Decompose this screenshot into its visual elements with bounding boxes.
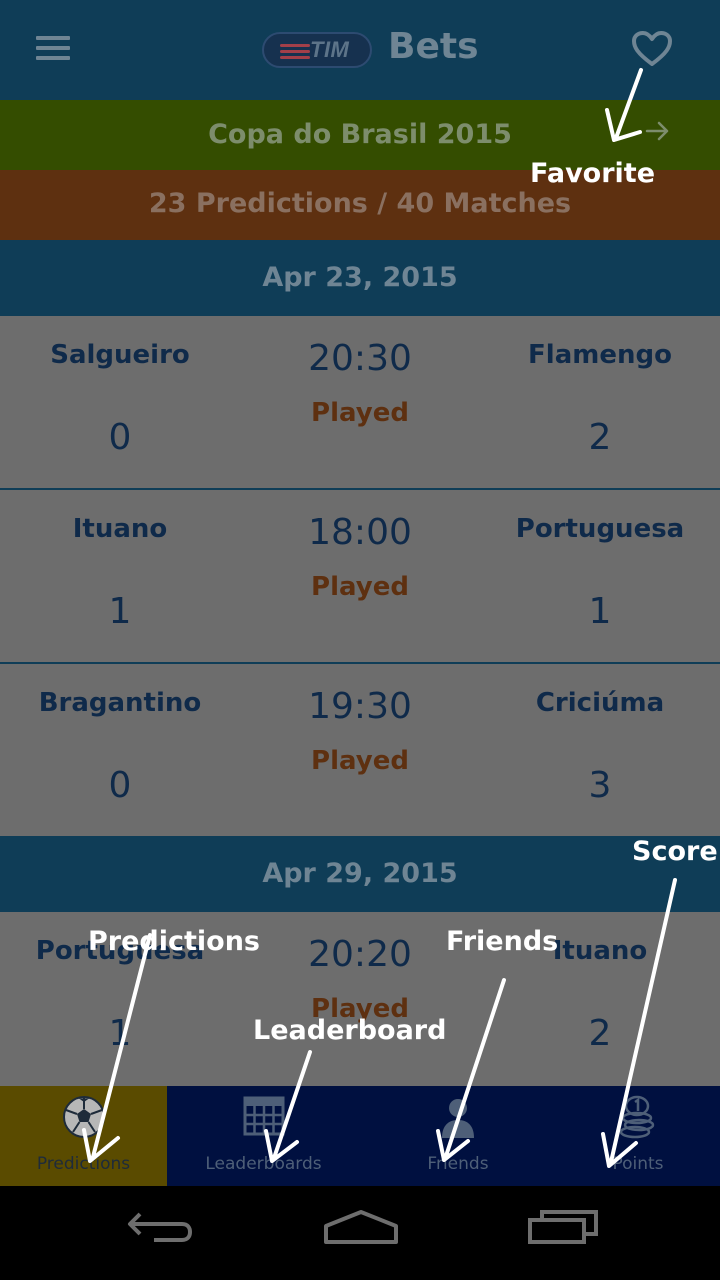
heart-outline-icon[interactable] [631, 30, 673, 68]
system-navigation-bar [0, 1186, 720, 1280]
recents-icon[interactable] [526, 1206, 600, 1246]
logo-brand-text: TIM [310, 37, 350, 62]
away-team: Criciúma [535, 688, 665, 718]
match-row[interactable]: Salgueiro 20:30 Flamengo Played 0 2 [0, 316, 720, 488]
home-score: 0 [108, 765, 132, 806]
back-arrow-icon[interactable] [124, 1206, 196, 1246]
home-score: 1 [108, 1013, 132, 1054]
person-icon [442, 1099, 474, 1138]
grid-table-icon [243, 1096, 284, 1136]
tim-logo-badge: TIM [262, 32, 372, 68]
match-status: Played [311, 572, 409, 602]
away-team: Portuguesa [515, 514, 685, 544]
home-team: Salgueiro [50, 340, 190, 370]
date-label: Apr 23, 2015 [262, 262, 458, 293]
match-time: 20:20 [308, 934, 412, 975]
predictions-annotation: Predictions [88, 926, 261, 957]
tab-label: Leaderboards [205, 1154, 322, 1174]
home-team: Bragantino [38, 688, 202, 718]
away-score: 1 [588, 591, 612, 632]
score-annotation: Score [632, 836, 718, 867]
match-row[interactable]: Ituano 18:00 Portuguesa Played 1 1 [0, 490, 720, 662]
home-score: 1 [108, 591, 132, 632]
tab-points[interactable]: Points [556, 1086, 720, 1186]
away-score: 2 [588, 1013, 612, 1054]
date-header: Apr 29, 2015 [0, 836, 720, 912]
date-header: Apr 23, 2015 [0, 240, 720, 316]
away-score: 3 [588, 765, 612, 806]
match-time: 19:30 [308, 686, 412, 727]
leaderboard-annotation: Leaderboard [253, 1015, 447, 1046]
bottom-navigation: Predictions Leaderboards Friends Points [0, 1086, 720, 1186]
away-score: 2 [588, 417, 612, 458]
soccer-ball-icon [62, 1096, 105, 1138]
match-status: Played [311, 746, 409, 776]
app-header: TIM Bets [0, 0, 720, 100]
arrow-right-icon[interactable] [645, 120, 671, 142]
favorite-annotation: Favorite [530, 158, 656, 189]
app-screen: TIM Bets Copa do Brasil 2015 23 Predicti… [0, 0, 720, 1280]
match-time: 18:00 [308, 512, 412, 553]
tab-predictions[interactable]: Predictions [0, 1086, 167, 1186]
date-label: Apr 29, 2015 [262, 858, 458, 889]
hamburger-menu-icon[interactable] [36, 36, 70, 60]
tab-label: Friends [427, 1154, 489, 1174]
tab-leaderboards[interactable]: Leaderboards [167, 1086, 360, 1186]
home-team: Ituano [72, 514, 168, 544]
home-score: 0 [108, 417, 132, 458]
tab-label: Points [612, 1154, 664, 1174]
app-title: Bets [388, 26, 479, 67]
away-team: Flamengo [528, 340, 672, 370]
coin-stack-icon [619, 1095, 655, 1139]
match-row[interactable]: Bragantino 19:30 Criciúma Played 0 3 [0, 664, 720, 836]
match-time: 20:30 [308, 338, 412, 379]
match-status: Played [311, 398, 409, 428]
tab-label: Predictions [36, 1154, 131, 1174]
friends-annotation: Friends [446, 926, 559, 957]
app-logo: TIM Bets [262, 24, 479, 74]
home-icon[interactable] [322, 1206, 400, 1246]
tab-friends[interactable]: Friends [360, 1086, 556, 1186]
